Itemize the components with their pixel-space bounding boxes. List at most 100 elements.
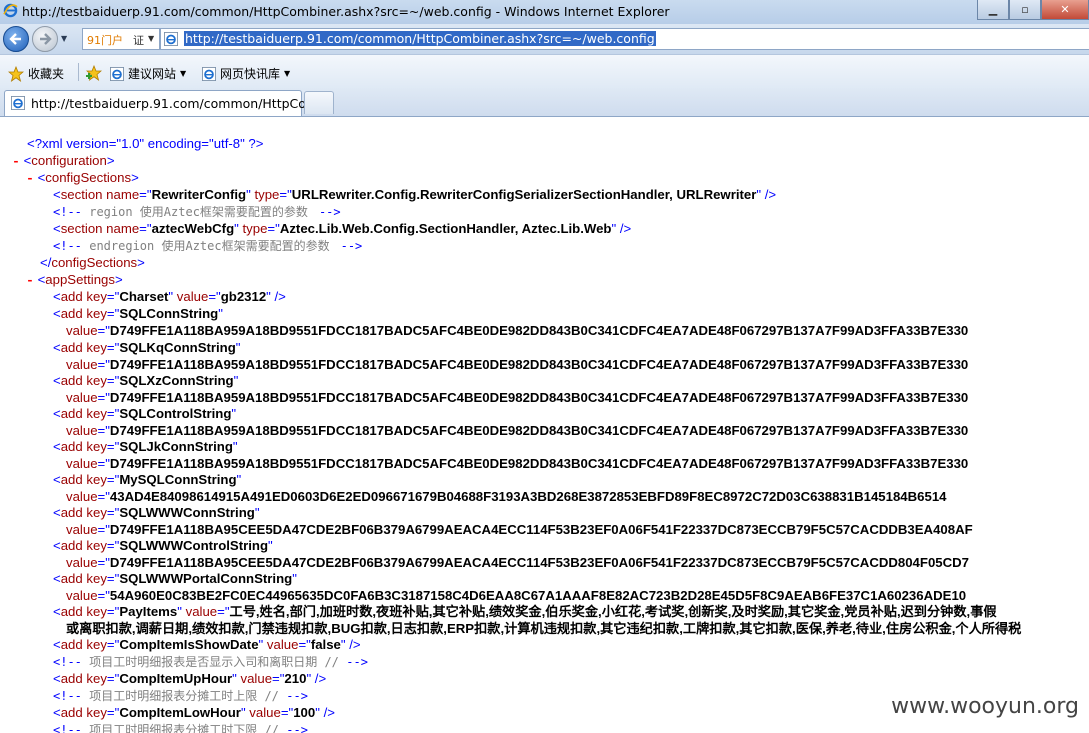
suggested-sites-button[interactable]: 建议网站 ▼ [110, 65, 186, 82]
tag-name: configuration [31, 153, 107, 168]
attr-value: SQLKqConnString [119, 340, 236, 355]
attr-value: Charset [119, 289, 169, 304]
node-add-sqlconn-value: value="D749FFE1A118BA959A18BD9551FDCC181… [66, 323, 969, 338]
address-toolbar: ▼ 91门户 证 ▼ http://testbaiduerp.91.com/co… [0, 24, 1089, 54]
back-button[interactable] [3, 26, 29, 52]
address-url: http://testbaiduerp.91.com/common/HttpCo… [184, 31, 656, 46]
minimize-button[interactable]: ▁ [977, 0, 1009, 20]
favorites-bar: 收藏夹 建议网站 ▼ 网页快讯库 ▼ [0, 54, 1089, 89]
tag-name: configSections [45, 170, 132, 185]
node-add-payitems-cont: 或离职扣款,调薪日期,绩效扣款,门禁违规扣款,BUG扣款,日志扣款,ERP扣款,… [66, 621, 1021, 637]
attr-value: D749FFE1A118BA959A18BD9551FDCC1817BADC5A… [109, 357, 969, 372]
attr-value: MySQLConnString [119, 472, 237, 487]
tab-active[interactable]: http://testbaiduerp.91.com/common/HttpCo… [4, 90, 318, 116]
node-add-sqlkq-value: value="D749FFE1A118BA959A18BD9551FDCC181… [66, 357, 969, 372]
maximize-button[interactable]: ▫ [1009, 0, 1041, 20]
comment-text: region 使用Aztec框架需要配置的参数 [89, 205, 308, 219]
add-favorites-button[interactable] [86, 65, 102, 81]
page-ie-icon [164, 32, 178, 46]
attr-value: URLRewriter.Config.RewriterConfigSeriali… [291, 187, 757, 202]
node-add-sqlkq: <add key="SQLKqConnString" [53, 340, 241, 355]
node-section-rewriter: <section name="RewriterConfig" type="URL… [53, 187, 777, 202]
web-slice-gallery-button[interactable]: 网页快讯库 ▼ [202, 65, 290, 82]
attr-value: SQLConnString [119, 306, 219, 321]
new-tab-button[interactable] [304, 91, 334, 114]
node-add-mysql-value: value="43AD4E84098614915A491ED0603D6E2ED… [66, 489, 947, 504]
attr-value: SQLJkConnString [119, 439, 233, 454]
node-add-lowhour: <add key="CompItemLowHour" value="100" /… [53, 705, 335, 720]
attr-value: SQLControlString [119, 406, 232, 421]
node-add-uphour: <add key="CompItemUpHour" value="210" /> [53, 671, 327, 686]
window-controls: ▁ ▫ ✕ [977, 0, 1089, 20]
forward-arrow-icon [40, 33, 52, 45]
close-button[interactable]: ✕ [1041, 0, 1089, 20]
comment-text: 项目工时明细报表分摊工时上限 // [89, 689, 279, 703]
attr-value: gb2312 [220, 289, 267, 304]
attr-value: D749FFE1A118BA959A18BD9551FDCC1817BADC5A… [109, 323, 969, 338]
attr-value: CompItemIsShowDate [119, 637, 259, 652]
xml-comment: <!-- 项目工时明细报表分摊工时上限 // --> [53, 689, 308, 703]
attr-value: D749FFE1A118BA95CEE5DA47CDE2BF06B379A679… [109, 522, 973, 537]
node-configsections-close: </configSections> [40, 255, 145, 270]
back-arrow-icon [9, 33, 21, 45]
attr-value: aztecWebCfg [151, 221, 235, 236]
attr-value: 54A960E0C83BE2FC0EC44965635DC0FA6B3C3187… [109, 588, 967, 603]
attr-value: SQLWWWConnString [119, 505, 255, 520]
xml-viewer: <?xml version="1.0" encoding="utf-8" ?> … [0, 117, 1089, 733]
attr-value: SQLWWWPortalConnString [119, 571, 293, 586]
tab-strip: http://testbaiduerp.91.com/common/HttpCo… [0, 88, 1089, 117]
attr-value: D749FFE1A118BA959A18BD9551FDCC1817BADC5A… [109, 423, 969, 438]
collapse-toggle[interactable]: - [26, 273, 34, 288]
tab-ie-icon [11, 96, 25, 110]
node-appsettings-open: - <appSettings> [26, 272, 123, 288]
site-dropdown-icon[interactable]: ▼ [148, 34, 154, 43]
attr-value: RewriterConfig [151, 187, 247, 202]
node-add-sqlwwwportal-value: value="54A960E0C83BE2FC0EC44965635DC0FA6… [66, 588, 967, 603]
attr-value: D749FFE1A118BA959A18BD9551FDCC1817BADC5A… [109, 390, 969, 405]
ie-logo-icon [3, 3, 18, 18]
site-identity-box[interactable]: 91门户 证 ▼ [82, 28, 160, 50]
window-title: http://testbaiduerp.91.com/common/HttpCo… [22, 4, 670, 19]
web-slice-label: 网页快讯库 [220, 67, 281, 81]
attr-value: Aztec.Lib.Web.Config.SectionHandler, Azt… [279, 221, 612, 236]
node-add-sqljk-value: value="D749FFE1A118BA959A18BD9551FDCC181… [66, 456, 969, 471]
attr-value: D749FFE1A118BA95CEE5DA47CDE2BF06B379A679… [109, 555, 969, 570]
xml-comment: <!-- endregion 使用Aztec框架需要配置的参数 --> [53, 239, 363, 253]
node-add-sqljk: <add key="SQLJkConnString" [53, 439, 238, 454]
node-add-sqlwwwcontrol: <add key="SQLWWWControlString" [53, 538, 273, 553]
attr-value: 工号,姓名,部门,加班时数,夜班补贴,其它补贴,绩效奖金,伯乐奖金,小红花,考试… [229, 604, 997, 619]
attr-value: 或离职扣款,调薪日期,绩效扣款,门禁违规扣款,BUG扣款,日志扣款,ERP扣款,… [66, 621, 1022, 636]
node-add-mysql: <add key="MySQLConnString" [53, 472, 242, 487]
tab-title: http://testbaiduerp.91.com/common/HttpCo… [31, 96, 318, 111]
address-input[interactable]: http://testbaiduerp.91.com/common/HttpCo… [160, 28, 1089, 50]
attr-value: SQLXzConnString [119, 373, 234, 388]
attr-value: 100 [293, 705, 316, 720]
node-add-sqlwww-value: value="D749FFE1A118BA95CEE5DA47CDE2BF06B… [66, 522, 973, 537]
node-section-aztec: <section name="aztecWebCfg" type="Aztec.… [53, 221, 632, 236]
comment-text: 项目工时明细报表分摊工时下限 // [89, 723, 279, 733]
attr-value: D749FFE1A118BA959A18BD9551FDCC1817BADC5A… [109, 456, 969, 471]
xml-declaration: <?xml version="1.0" encoding="utf-8" ?> [27, 136, 263, 152]
node-add-sqlconn: <add key="SQLConnString" [53, 306, 223, 321]
node-add-sqlcontrol: <add key="SQLControlString" [53, 406, 237, 421]
forward-button[interactable] [32, 26, 58, 52]
suggested-sites-icon [110, 66, 124, 81]
comment-text: 项目工时明细报表是否显示入司和离职日期 // [89, 655, 339, 669]
attr-value: 43AD4E84098614915A491ED0603D6E2ED0966716… [109, 489, 947, 504]
attr-value: PayItems [119, 604, 178, 619]
node-add-charset: <add key="Charset" value="gb2312" /> [53, 289, 286, 304]
comment-text: endregion 使用Aztec框架需要配置的参数 [89, 239, 330, 253]
attr-value: CompItemLowHour [119, 705, 241, 720]
site-badge: 证 [133, 34, 144, 47]
node-add-sqlxz: <add key="SQLXzConnString" [53, 373, 239, 388]
favorites-button[interactable]: 收藏夹 [8, 65, 64, 82]
node-configuration-open: - <configuration> [12, 153, 115, 169]
favorites-star-icon [8, 65, 24, 82]
xml-pi-text: <?xml version="1.0" encoding="utf-8" ?> [27, 136, 264, 151]
web-slice-dropdown-icon: ▼ [284, 69, 291, 78]
title-bar: http://testbaiduerp.91.com/common/HttpCo… [0, 0, 1089, 24]
watermark: www.wooyun.org [891, 694, 1079, 719]
collapse-toggle[interactable]: - [12, 154, 20, 169]
history-dropdown-icon[interactable]: ▼ [61, 34, 67, 43]
collapse-toggle[interactable]: - [26, 171, 34, 186]
